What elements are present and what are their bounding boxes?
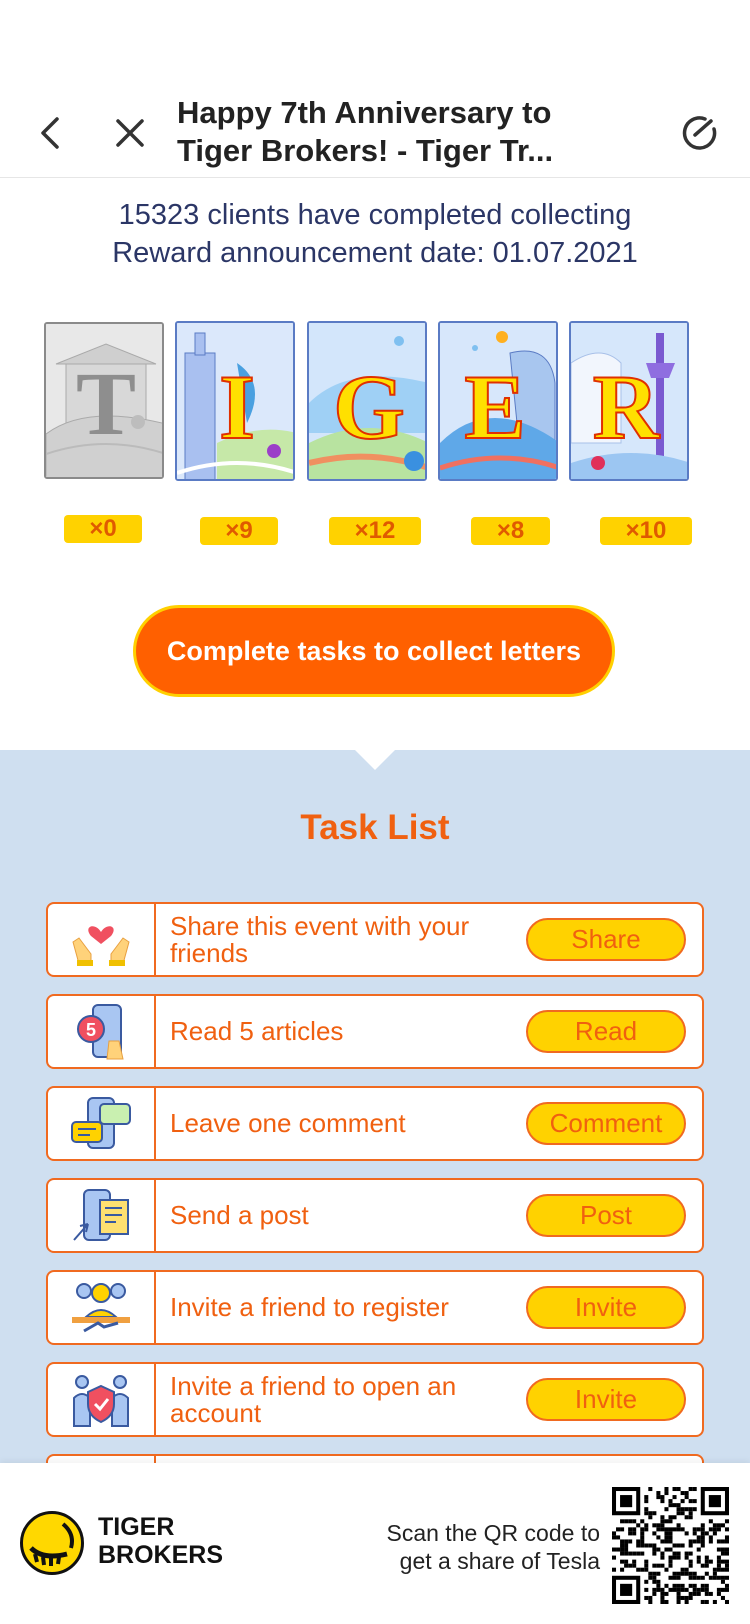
close-icon [116, 119, 144, 147]
footer-banner: TIGER BROKERS Scan the QR code to get a … [0, 1463, 750, 1624]
clients-completed-text: 15323 clients have completed collecting [118, 199, 632, 231]
tiger-brokers-logo [20, 1511, 84, 1575]
count-badge-t: ×0 [64, 515, 142, 543]
letter-card-i-illustration: I [177, 323, 293, 479]
refresh-button[interactable] [676, 108, 726, 158]
top-bar: Happy 7th Anniversary to Tiger Brokers! … [0, 0, 750, 178]
tiger-logo-icon [29, 1522, 74, 1566]
task-invite-register: Invite a friend to register Invite [46, 1270, 704, 1345]
letter-g-glyph: G [333, 356, 405, 458]
qr-code[interactable] [612, 1487, 729, 1604]
task-post: Send a post Post [46, 1178, 704, 1253]
shield-people-icon [48, 1364, 156, 1435]
post-button[interactable]: Post [526, 1194, 686, 1237]
task-invite-register-label: Invite a friend to register [170, 1292, 449, 1322]
post-document-icon [48, 1180, 156, 1251]
letter-cards: T I G E R [44, 321, 709, 483]
invite-register-button[interactable]: Invite [526, 1286, 686, 1329]
task-share-label: Share this event with your friends [170, 910, 470, 968]
share-button[interactable]: Share [526, 918, 686, 961]
letter-card-r[interactable]: R [569, 321, 689, 481]
svg-text:5: 5 [86, 1020, 96, 1040]
collection-stats: 15323 clients have completed collecting … [0, 196, 750, 272]
task-read-label: Read 5 articles [170, 1016, 344, 1046]
count-badge-e: ×8 [471, 517, 550, 545]
task-comment: Leave one comment Comment [46, 1086, 704, 1161]
letter-card-t-illustration: T [46, 324, 162, 477]
read-button[interactable]: Read [526, 1010, 686, 1053]
section-pointer [355, 750, 395, 770]
letter-i-glyph: I [219, 356, 255, 458]
task-comment-label: Leave one comment [170, 1108, 406, 1138]
handshake-icon [48, 1272, 156, 1343]
letter-e-glyph: E [464, 356, 525, 458]
back-button[interactable] [25, 108, 75, 158]
count-badge-r: ×10 [600, 517, 692, 545]
brand-name: TIGER BROKERS [98, 1513, 223, 1569]
invite-account-button[interactable]: Invite [526, 1378, 686, 1421]
letter-r-glyph: R [593, 356, 661, 458]
brand-line2: BROKERS [98, 1541, 224, 1569]
letter-t-glyph: T [76, 355, 136, 454]
close-button[interactable] [105, 108, 155, 158]
count-badge-i: ×9 [200, 517, 278, 545]
scan-qr-text: Scan the QR code to get a share of Tesla [330, 1519, 600, 1575]
scan-line1: Scan the QR code to [386, 1520, 600, 1546]
task-read: 5 Read 5 articles Read [46, 994, 704, 1069]
letter-card-e[interactable]: E [438, 321, 558, 481]
letter-card-i[interactable]: I [175, 321, 295, 481]
comment-bubbles-icon [48, 1088, 156, 1159]
reward-date-text: Reward announcement date: 01.07.2021 [112, 237, 638, 269]
refresh-icon [682, 116, 717, 150]
letter-card-g-illustration: G [309, 323, 425, 479]
task-invite-account-label: Invite a friend to open an account [170, 1370, 457, 1428]
task-invite-account: Invite a friend to open an account Invit… [46, 1362, 704, 1437]
page-title-line1: Happy 7th Anniversary to [177, 95, 552, 130]
comment-button[interactable]: Comment [526, 1102, 686, 1145]
letter-card-r-illustration: R [571, 323, 687, 479]
letter-card-g[interactable]: G [307, 321, 427, 481]
task-share: Share this event with your friends Share [46, 902, 704, 977]
collect-letters-button[interactable]: Complete tasks to collect letters [133, 605, 615, 697]
letter-card-e-illustration: E [440, 323, 556, 479]
chevron-left-icon [41, 117, 59, 149]
brand-line1: TIGER [98, 1513, 175, 1541]
heart-hands-icon [48, 904, 156, 975]
phone-articles-icon: 5 [48, 996, 156, 1067]
page-title: Happy 7th Anniversary to Tiger Brokers! … [177, 94, 597, 170]
count-badge-g: ×12 [329, 517, 421, 545]
letter-card-t[interactable]: T [44, 322, 164, 479]
page-title-line2: Tiger Brokers! - Tiger Tr... [177, 133, 554, 168]
task-post-label: Send a post [170, 1200, 309, 1230]
task-list-title: Task List [300, 808, 450, 847]
scan-line2: get a share of Tesla [399, 1548, 600, 1574]
